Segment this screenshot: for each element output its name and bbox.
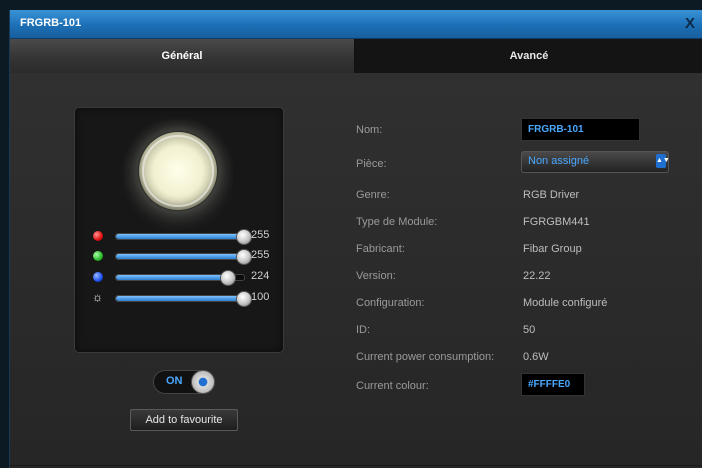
tab-bar: Général Avancé xyxy=(10,39,702,73)
brightness-slider[interactable] xyxy=(115,291,252,307)
tab-general[interactable]: Général xyxy=(10,39,355,73)
piece-selected-value: Non assigné xyxy=(528,155,590,167)
slider-row-blue: 224 xyxy=(75,269,283,286)
add-to-favourite-button[interactable]: Add to favourite xyxy=(130,409,238,431)
close-icon[interactable]: X xyxy=(685,15,695,32)
green-value: 255 xyxy=(251,249,270,261)
red-value: 255 xyxy=(251,229,270,241)
blue-value: 224 xyxy=(251,270,270,282)
red-slider[interactable] xyxy=(115,229,252,245)
configuration-value: Module configuré xyxy=(523,297,608,309)
configuration-label: Configuration: xyxy=(356,297,425,309)
slider-row-brightness: ☼ 100 xyxy=(75,290,283,307)
brightness-value: 100 xyxy=(251,291,270,303)
id-value: 50 xyxy=(523,324,536,336)
piece-select[interactable]: Non assigné ▲▼ xyxy=(521,151,670,173)
type-label: Type de Module: xyxy=(356,216,438,228)
green-slider-fill xyxy=(116,254,244,259)
current-colour-label: Current colour: xyxy=(356,380,429,392)
toggle-label: ON xyxy=(166,375,183,387)
blue-slider[interactable] xyxy=(115,270,245,286)
fabricant-value: Fibar Group xyxy=(523,243,582,255)
slider-row-green: 255 xyxy=(75,248,283,265)
id-label: ID: xyxy=(356,324,371,336)
version-value: 22.22 xyxy=(523,270,551,282)
genre-value: RGB Driver xyxy=(523,189,580,201)
device-dialog: FRGRB-101 X Général Avancé 255 255 224 ☼… xyxy=(9,10,702,468)
tab-advanced[interactable]: Avancé xyxy=(355,39,702,73)
genre-label: Genre: xyxy=(356,189,390,201)
blue-dot-icon xyxy=(93,272,103,282)
window-title: FRGRB-101 xyxy=(20,17,82,29)
power-consumption-label: Current power consumption: xyxy=(356,351,495,363)
fabricant-label: Fabricant: xyxy=(356,243,405,255)
slider-row-red: 255 xyxy=(75,228,283,245)
power-toggle[interactable]: ON xyxy=(153,370,215,394)
piece-label: Pièce: xyxy=(356,158,387,170)
red-dot-icon xyxy=(93,231,103,241)
divider xyxy=(10,465,702,466)
light-control-panel: 255 255 224 ☼ 100 xyxy=(74,107,284,353)
select-arrows-icon: ▲▼ xyxy=(656,154,670,168)
bulb-icon xyxy=(139,132,217,210)
nom-label: Nom: xyxy=(356,124,383,136)
red-slider-handle[interactable] xyxy=(236,229,252,245)
brightness-slider-fill xyxy=(116,296,244,301)
version-label: Version: xyxy=(356,270,396,282)
sun-icon: ☼ xyxy=(92,290,103,304)
blue-slider-handle[interactable] xyxy=(220,270,236,286)
brightness-slider-handle[interactable] xyxy=(236,291,252,307)
red-slider-fill xyxy=(116,234,244,239)
nom-field[interactable]: FRGRB-101 xyxy=(521,118,640,141)
current-colour-field[interactable]: #FFFFE0 xyxy=(521,373,585,396)
type-value: FGRGBM441 xyxy=(523,216,590,228)
blue-slider-fill xyxy=(116,275,228,280)
toggle-knob[interactable] xyxy=(191,370,215,394)
green-slider[interactable] xyxy=(115,249,252,265)
title-bar[interactable]: FRGRB-101 X xyxy=(10,10,702,39)
green-slider-handle[interactable] xyxy=(236,249,252,265)
tab-content: 255 255 224 ☼ 100 ON Add to favourite No… xyxy=(10,73,702,468)
green-dot-icon xyxy=(93,251,103,261)
power-consumption-value: 0.6W xyxy=(523,351,549,363)
